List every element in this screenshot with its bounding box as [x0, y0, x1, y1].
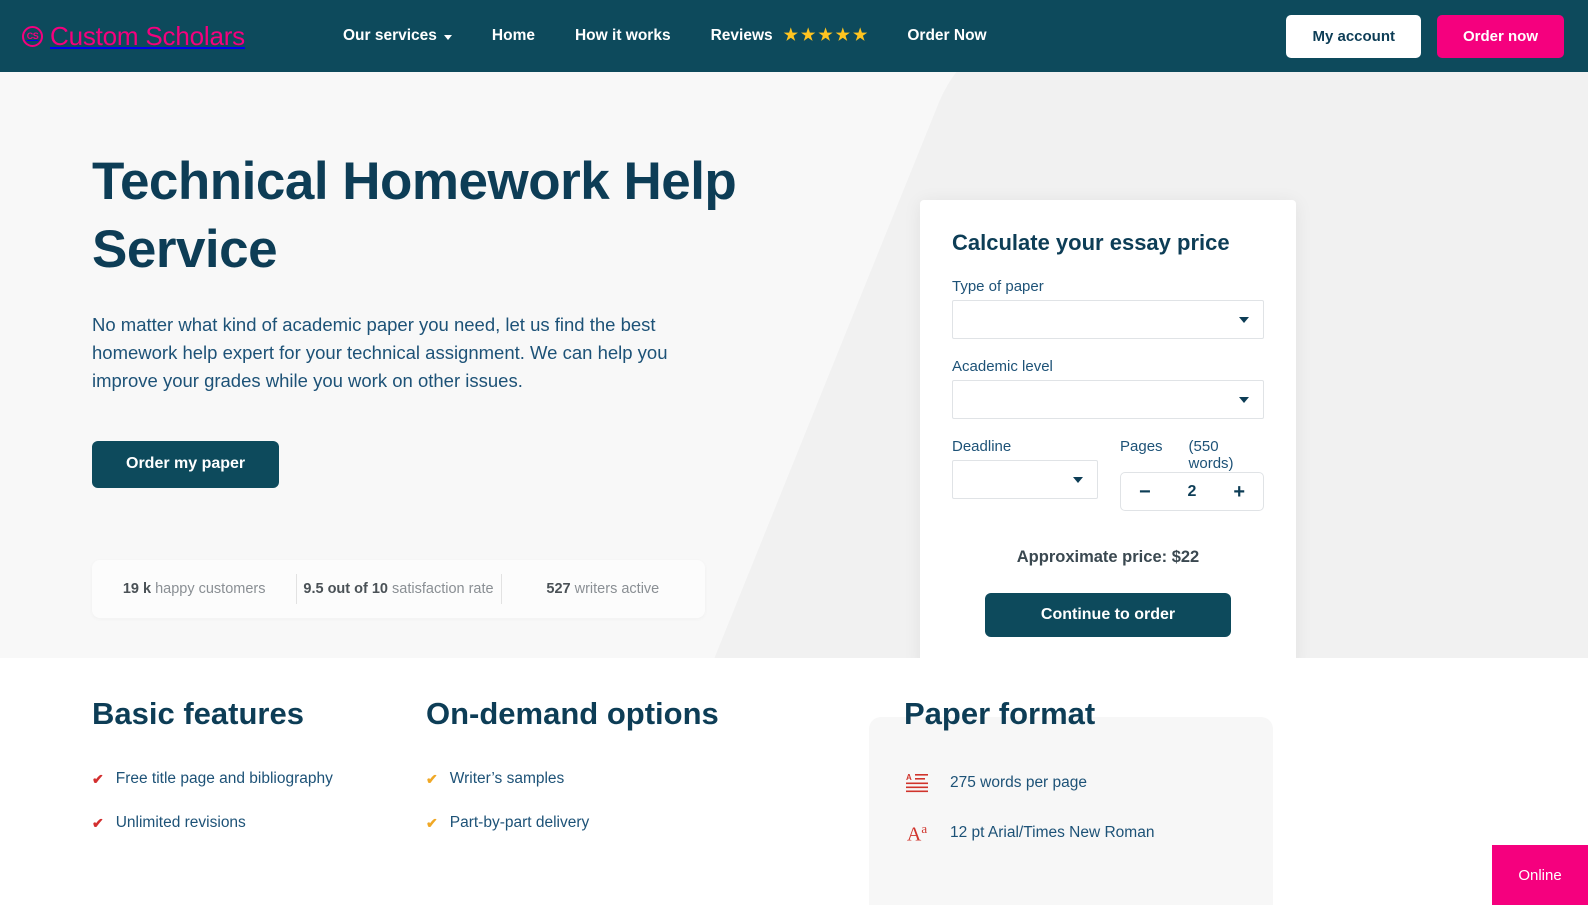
pages-stepper: − 2 +	[1120, 472, 1264, 511]
deadline-select[interactable]	[952, 460, 1098, 499]
order-my-paper-button[interactable]: Order my paper	[92, 440, 280, 488]
stat-value: 19 k	[122, 580, 152, 597]
pages-value: 2	[1187, 482, 1197, 500]
brand-name: Custom Scholars	[50, 20, 245, 51]
list-item: ✔ Writer’s samples	[426, 770, 858, 788]
academic-level-label: Academic level	[952, 358, 1053, 375]
chevron-down-icon	[443, 35, 452, 40]
paper-format-column: Paper format A 275 words per page Aa 12 …	[858, 658, 1564, 905]
brand-logo[interactable]: CS Custom Scholars	[22, 21, 245, 52]
nav-item-order-now[interactable]: Order Now	[907, 27, 986, 45]
chevron-down-icon	[1239, 316, 1249, 323]
list-item-label: 12 pt Arial/Times New Roman	[950, 824, 1155, 841]
list-item-label: Writer’s samples	[449, 770, 565, 787]
nav-label: How it works	[574, 27, 671, 44]
deadline-label: Deadline	[952, 438, 1012, 455]
nav-label: Order Now	[907, 27, 987, 44]
chevron-down-icon	[1239, 396, 1249, 403]
stat-label: satisfaction rate	[392, 580, 494, 597]
features-section: Basic features ✔ Free title page and bib…	[0, 658, 1588, 905]
stat-happy-customers: 19 k happy customers	[92, 581, 296, 597]
calculator-title: Calculate your essay price	[952, 230, 1230, 255]
site-header: CS Custom Scholars Our services Home How…	[0, 0, 1588, 72]
stat-label: writers active	[574, 580, 660, 597]
chevron-down-icon	[1073, 476, 1083, 483]
academic-level-select[interactable]	[952, 380, 1264, 419]
header-actions: My account Order now	[1286, 14, 1564, 58]
svg-text:A: A	[906, 773, 912, 782]
list-item-label: Part-by-part delivery	[449, 814, 590, 831]
paper-format-title: Paper format	[904, 696, 1096, 731]
stat-value: 9.5 out of 10	[303, 580, 388, 597]
stat-satisfaction-rate: 9.5 out of 10 satisfaction rate	[296, 581, 500, 597]
nav-item-home[interactable]: Home	[492, 27, 535, 45]
check-icon: ✔	[426, 815, 438, 831]
list-item: Aa 12 pt Arial/Times New Roman	[904, 820, 1564, 846]
list-item-label: 275 words per page	[950, 774, 1088, 791]
decrement-pages-button[interactable]: −	[1139, 482, 1151, 502]
list-item-label: Free title page and bibliography	[115, 770, 333, 787]
words-per-page-note: (550 words)	[1188, 438, 1234, 472]
nav-label: Our services	[342, 27, 437, 44]
nav-label: Home	[491, 27, 535, 44]
basic-features-title: Basic features	[92, 696, 304, 731]
nav-item-reviews[interactable]: Reviews ★ ★ ★ ★ ★	[711, 27, 868, 45]
stats-bar: 19 k happy customers 9.5 out of 10 satis…	[92, 559, 705, 618]
on-demand-options-title: On-demand options	[426, 696, 719, 731]
pages-label: Pages	[1120, 438, 1163, 455]
order-now-button[interactable]: Order now	[1436, 14, 1564, 58]
price-calculator-card: Calculate your essay price Type of paper…	[920, 200, 1296, 658]
page-title: Technical Homework Help Service	[92, 152, 737, 279]
increment-pages-button[interactable]: +	[1233, 482, 1245, 502]
star-icon: ★	[800, 27, 816, 44]
basic-features-column: Basic features ✔ Free title page and bib…	[24, 658, 426, 905]
nav-item-our-services[interactable]: Our services	[343, 27, 452, 45]
stat-value: 527	[546, 580, 571, 597]
list-item: ✔ Part-by-part delivery	[426, 814, 858, 832]
nav-item-how-it-works[interactable]: How it works	[575, 27, 671, 45]
star-icon: ★	[783, 27, 798, 44]
check-icon: ✔	[426, 771, 438, 787]
stat-label: happy customers	[155, 580, 266, 597]
type-of-paper-select[interactable]	[952, 300, 1264, 339]
chat-widget-online-button[interactable]: Online	[1492, 845, 1588, 905]
text-lines-icon: A	[904, 770, 930, 796]
stat-writers-active: 527 writers active	[501, 581, 705, 597]
hero-section: Technical Homework Help Service No matte…	[0, 72, 1588, 658]
hero-content: Technical Homework Help Service No matte…	[24, 72, 744, 658]
hero-subtitle: No matter what kind of academic paper yo…	[92, 313, 668, 391]
check-icon: ✔	[92, 771, 104, 787]
check-icon: ✔	[92, 815, 104, 831]
type-of-paper-label: Type of paper	[952, 278, 1044, 295]
brand-mark-icon: CS	[22, 25, 43, 47]
my-account-button[interactable]: My account	[1286, 14, 1421, 58]
list-item: ✔ Free title page and bibliography	[92, 770, 426, 788]
continue-to-order-button[interactable]: Continue to order	[985, 593, 1231, 637]
rating-stars: ★ ★ ★ ★ ★	[784, 28, 868, 44]
star-icon: ★	[835, 27, 851, 44]
list-item: ✔ Unlimited revisions	[92, 814, 426, 832]
approximate-price: Approximate price: $22	[1016, 548, 1200, 566]
star-icon: ★	[853, 27, 868, 44]
list-item-label: Unlimited revisions	[115, 814, 246, 831]
star-icon: ★	[818, 27, 833, 44]
main-navigation: Our services Home How it works Reviews ★…	[343, 27, 987, 45]
on-demand-options-column: On-demand options ✔ Writer’s samples ✔ P…	[426, 658, 858, 905]
nav-label: Reviews	[710, 27, 773, 44]
list-item: A 275 words per page	[904, 770, 1564, 796]
font-size-icon: Aa	[906, 820, 928, 846]
